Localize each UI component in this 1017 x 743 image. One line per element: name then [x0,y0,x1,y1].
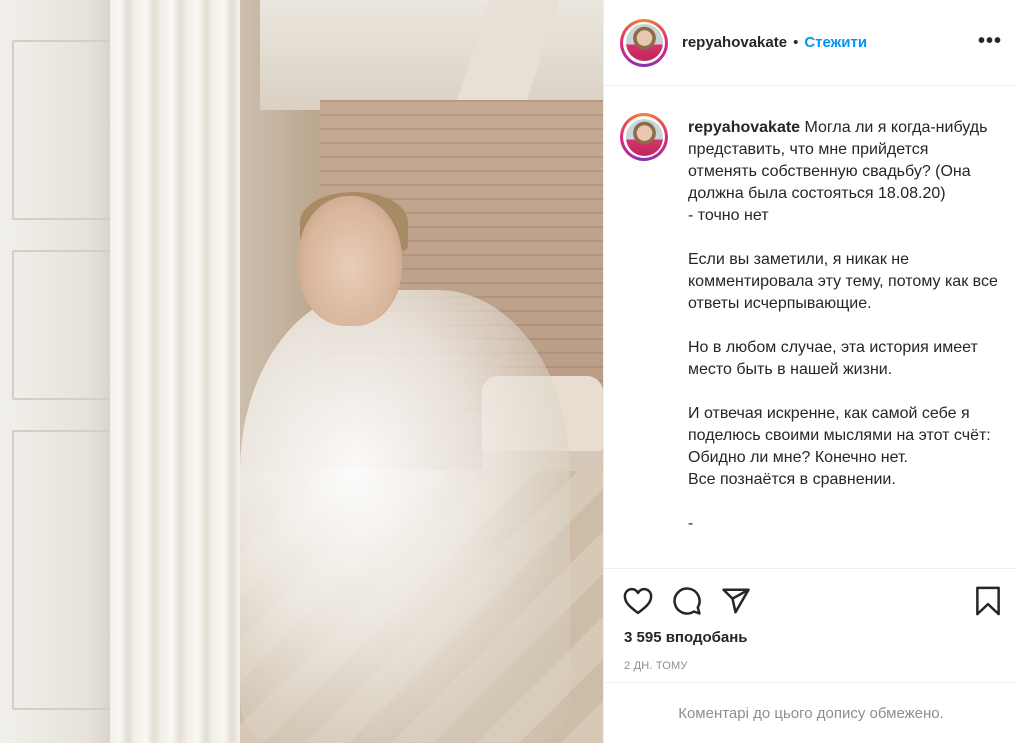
follow-button[interactable]: Стежити [804,34,867,51]
save-button[interactable] [972,585,1004,617]
caption: repyahovakate Могла ли я когда-нибудь пр… [688,117,998,535]
photo-dress [240,290,570,743]
likes-count[interactable]: 3 595 вподобань [624,629,748,646]
avatar-image [625,118,663,156]
header-username[interactable]: repyahovakate [682,34,787,51]
post-side-panel: repyahovakate • Стежити ••• repyahovakat… [603,0,1017,743]
photo-curtain [110,0,240,743]
more-options-icon[interactable]: ••• [978,30,1002,53]
comment-button[interactable] [671,585,703,617]
comment-icon [673,587,701,615]
share-button[interactable] [720,585,752,617]
post-actions: 3 595 вподобань 2 ДН. ТОМУ [604,568,1017,682]
caption-username[interactable]: repyahovakate [688,119,800,136]
caption-avatar[interactable] [620,113,668,161]
post-header: repyahovakate • Стежити ••• [604,0,1017,86]
send-icon [722,588,750,614]
caption-text: Могла ли я когда-нибудь представить, что… [688,119,998,532]
avatar-image [625,24,663,61]
heart-icon [623,587,653,615]
post-time[interactable]: 2 ДН. ТОМУ [624,660,688,672]
caption-area[interactable]: repyahovakate Могла ли я когда-нибудь пр… [604,87,1017,567]
avatar[interactable] [620,18,668,67]
header-separator: • [793,34,799,51]
like-button[interactable] [622,585,654,617]
post-photo[interactable] [0,0,603,743]
bookmark-icon [976,586,1000,616]
comments-restricted-notice: Коментарі до цього допису обмежено. [604,682,1017,743]
photo-face [298,196,402,326]
